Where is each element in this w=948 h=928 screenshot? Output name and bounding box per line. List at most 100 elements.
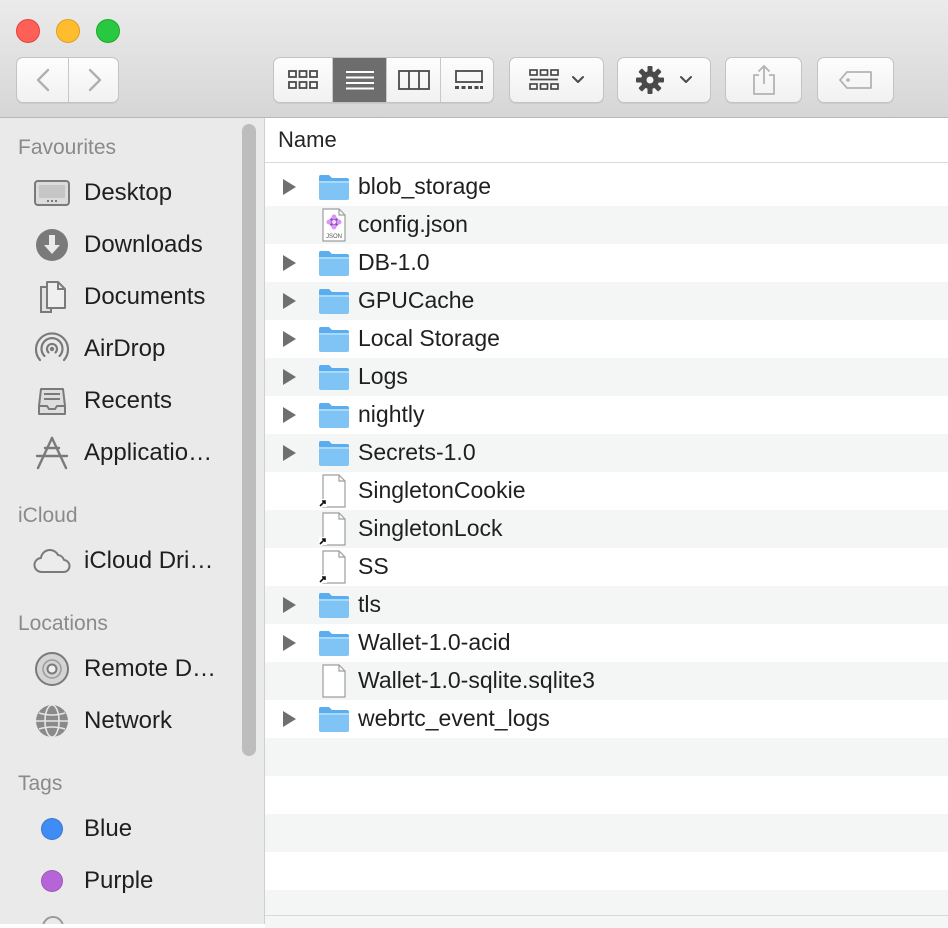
disclosure-triangle-icon[interactable]	[283, 255, 296, 271]
back-button[interactable]	[17, 58, 68, 102]
list-bottom-divider	[265, 915, 948, 916]
view-mode-control	[273, 57, 494, 103]
folder-icon	[317, 246, 351, 280]
sidebar-item-desktop[interactable]: Desktop	[32, 171, 232, 215]
sidebar-item-label: AirDrop	[84, 335, 166, 362]
minimize-window-button[interactable]	[56, 19, 80, 43]
sidebar-item-label: Remote D…	[84, 655, 217, 682]
file-name: DB-1.0	[358, 249, 430, 275]
disclosure-triangle-icon[interactable]	[283, 407, 296, 423]
icon-grid-icon	[288, 70, 318, 89]
sidebar-item-label: Desktop	[84, 179, 173, 206]
edit-tags-button[interactable]	[817, 57, 894, 103]
sidebar-item-applications[interactable]: Applicatio…	[32, 431, 232, 475]
disclosure-triangle-icon[interactable]	[283, 179, 296, 195]
disclosure-triangle-icon[interactable]	[283, 293, 296, 309]
chevron-down-icon	[680, 76, 692, 83]
empty-row	[265, 776, 948, 814]
network-icon	[32, 701, 72, 741]
file-row[interactable]: Secrets-1.0	[265, 434, 948, 472]
file-row[interactable]: SingletonCookie	[265, 472, 948, 510]
group-by-button[interactable]	[509, 57, 604, 103]
file-name: SingletonCookie	[358, 477, 526, 503]
sidebar-item-label: Recents	[84, 387, 173, 414]
disclosure-triangle-icon[interactable]	[283, 445, 296, 461]
chevron-left-icon	[36, 68, 49, 92]
file-row[interactable]: blob_storage	[265, 168, 948, 206]
file-row[interactable]: webrtc_event_logs	[265, 700, 948, 738]
file-name: Wallet-1.0-acid	[358, 629, 511, 655]
window-toolbar	[0, 0, 948, 118]
file-row[interactable]: DB-1.0	[265, 244, 948, 282]
share-icon	[752, 65, 775, 95]
file-name: webrtc_event_logs	[358, 705, 550, 731]
list-view-button[interactable]	[332, 58, 387, 102]
disclosure-triangle-icon[interactable]	[283, 711, 296, 727]
tag-dot-partial[interactable]	[42, 916, 64, 924]
folder-icon	[317, 284, 351, 318]
file-name: tls	[358, 591, 381, 617]
disclosure-triangle-icon[interactable]	[283, 369, 296, 385]
file-row[interactable]: Wallet-1.0-acid	[265, 624, 948, 662]
disclosure-triangle-icon[interactable]	[283, 635, 296, 651]
sidebar-item-remote-disc[interactable]: Remote D…	[32, 647, 232, 691]
column-header-name[interactable]: Name	[265, 118, 948, 163]
disc-icon	[32, 649, 72, 689]
gear-icon	[636, 66, 664, 94]
gallery-view-button[interactable]	[440, 58, 493, 102]
sidebar-item-label: Documents	[84, 283, 206, 310]
file-row[interactable]: SS	[265, 548, 948, 586]
zoom-window-button[interactable]	[96, 19, 120, 43]
forward-button[interactable]	[68, 58, 120, 102]
empty-row	[265, 814, 948, 852]
disclosure-triangle-icon[interactable]	[283, 597, 296, 613]
file-name: SingletonLock	[358, 515, 503, 541]
file-row[interactable]: Wallet-1.0-sqlite.sqlite3	[265, 662, 948, 700]
file-name: nightly	[358, 401, 425, 427]
file-row[interactable]: Local Storage	[265, 320, 948, 358]
sidebar-item-network[interactable]: Network	[32, 699, 232, 743]
sidebar-section-locations: Locations	[18, 612, 108, 635]
icon-view-button[interactable]	[274, 58, 332, 102]
file-row[interactable]: tls	[265, 586, 948, 624]
file-row[interactable]: SingletonLock	[265, 510, 948, 548]
column-view-button[interactable]	[386, 58, 441, 102]
close-window-button[interactable]	[16, 19, 40, 43]
file-name: config.json	[358, 211, 468, 237]
sidebar-item-tag-purple[interactable]: Purple	[32, 859, 232, 903]
disclosure-triangle-icon[interactable]	[283, 331, 296, 347]
sidebar-item-icloud-drive[interactable]: iCloud Dri…	[32, 539, 232, 583]
file-row[interactable]: Logs	[265, 358, 948, 396]
sidebar-item-airdrop[interactable]: AirDrop	[32, 327, 232, 371]
folder-icon	[317, 360, 351, 394]
sidebar-section-icloud: iCloud	[18, 504, 78, 527]
sidebar-item-downloads[interactable]: Downloads	[32, 223, 232, 267]
sidebar: Favourites Desktop Downloads Documents A…	[0, 118, 265, 924]
share-button[interactable]	[725, 57, 802, 103]
tag-dot	[41, 870, 63, 892]
sidebar-item-documents[interactable]: Documents	[32, 275, 232, 319]
file-row[interactable]: JSON config.json	[265, 206, 948, 244]
file-row[interactable]: GPUCache	[265, 282, 948, 320]
empty-row	[265, 890, 948, 928]
sidebar-scrollbar[interactable]	[242, 124, 256, 756]
empty-row	[265, 738, 948, 776]
folder-icon	[317, 170, 351, 204]
group-by-icon	[528, 69, 559, 90]
navigation-button-group	[16, 57, 119, 103]
folder-icon	[317, 436, 351, 470]
sidebar-item-tag-blue[interactable]: Blue	[32, 807, 232, 851]
sidebar-item-label: Blue	[84, 815, 133, 842]
file-name: SS	[358, 553, 389, 579]
file-name: blob_storage	[358, 173, 491, 199]
file-row[interactable]: nightly	[265, 396, 948, 434]
folder-icon	[317, 626, 351, 660]
action-menu-button[interactable]	[617, 57, 711, 103]
columns-icon	[398, 70, 430, 90]
folder-icon	[317, 398, 351, 432]
file-list-view: Name blob_storage JSON config.json DB-1.0 GP…	[265, 118, 948, 928]
tag-icon	[838, 71, 872, 89]
sidebar-item-recents[interactable]: Recents	[32, 379, 232, 423]
folder-icon	[317, 702, 351, 736]
gallery-icon	[454, 70, 483, 89]
